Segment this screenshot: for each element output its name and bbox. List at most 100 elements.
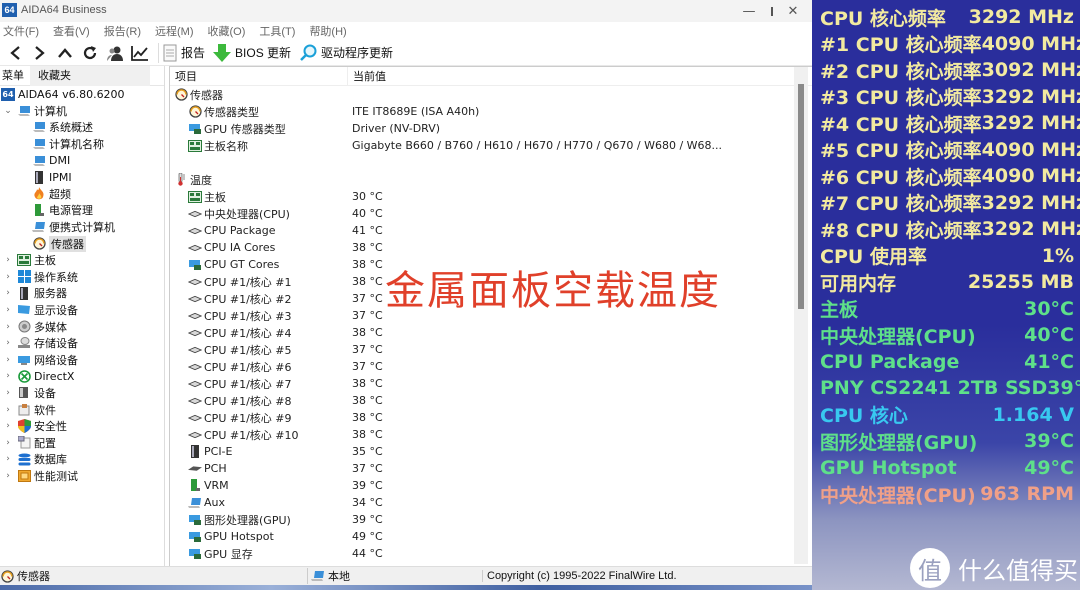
tree-item[interactable]: 系统概述 <box>0 119 164 136</box>
chevron-down-icon[interactable]: ⌄ <box>3 106 13 116</box>
tree-item[interactable]: ⌄ 计算机 <box>0 103 164 120</box>
tree-item[interactable]: › 性能测试 <box>0 468 164 485</box>
tab-favorites[interactable]: 收藏夹 <box>30 65 150 86</box>
title-bar[interactable]: 64 AIDA64 Business — ✕ <box>0 0 812 22</box>
table-row[interactable]: PCI-E 35 °C <box>170 443 812 460</box>
table-row[interactable]: CPU Package 41 °C <box>170 222 812 239</box>
tree-item[interactable]: › 网络设备 <box>0 352 164 369</box>
table-row[interactable]: GPU Hotspot 49 °C <box>170 528 812 545</box>
value-cell: 37 °C <box>352 343 383 356</box>
tree-item[interactable]: › 数据库 <box>0 451 164 468</box>
group-row[interactable]: 传感器 <box>170 86 812 103</box>
battery-icon <box>32 203 46 217</box>
table-row[interactable]: Aux 34 °C <box>170 494 812 511</box>
table-row[interactable]: CPU #1/核心 #10 38 °C <box>170 426 812 443</box>
tree-item[interactable]: 计算机名称 <box>0 136 164 153</box>
report-button[interactable]: 报告 <box>163 44 205 62</box>
window-title: AIDA64 Business <box>21 4 107 16</box>
close-button[interactable]: ✕ <box>770 0 816 22</box>
tree-item[interactable]: › 服务器 <box>0 285 164 302</box>
menu-item[interactable]: 文件(F) <box>3 23 39 39</box>
table-row[interactable]: 传感器类型 ITE IT8689E (ISA A40h) <box>170 103 812 120</box>
chevron-right-icon[interactable]: › <box>3 421 13 431</box>
menu-item[interactable]: 收藏(O) <box>208 23 246 39</box>
chevron-right-icon[interactable]: › <box>3 454 13 464</box>
table-row[interactable]: GPU 显存 44 °C <box>170 545 812 562</box>
tree-item[interactable]: › 软件 <box>0 401 164 418</box>
chevron-right-icon[interactable]: › <box>3 388 13 398</box>
tree-item[interactable]: › 多媒体 <box>0 318 164 335</box>
chevron-right-icon[interactable]: › <box>3 272 13 282</box>
table-row[interactable]: CPU IA Cores 38 °C <box>170 239 812 256</box>
chevron-right-icon[interactable]: › <box>3 288 13 298</box>
menu-item[interactable]: 报告(R) <box>104 23 141 39</box>
table-row[interactable]: CPU #1/核心 #5 37 °C <box>170 341 812 358</box>
maximize-button[interactable] <box>727 0 773 22</box>
chevron-right-icon[interactable]: › <box>3 305 13 315</box>
tree-root[interactable]: 64 AIDA64 v6.80.6200 <box>0 86 164 103</box>
vertical-scrollbar[interactable] <box>794 67 808 564</box>
table-row[interactable]: VRM 39 °C <box>170 477 812 494</box>
tree-item[interactable]: › 配置 <box>0 434 164 451</box>
item-label: PCH <box>204 462 227 475</box>
tree-item[interactable]: › 操作系统 <box>0 269 164 286</box>
tree-item-label: 计算机名称 <box>49 138 104 152</box>
chevron-right-icon[interactable]: › <box>3 355 13 365</box>
table-row[interactable]: CPU #1/核心 #8 38 °C <box>170 392 812 409</box>
chevron-right-icon[interactable]: › <box>3 255 13 265</box>
forward-icon[interactable] <box>29 42 51 64</box>
tree-item[interactable]: 电源管理 <box>0 202 164 219</box>
back-icon[interactable] <box>4 42 26 64</box>
item-label: CPU #1/核心 #6 <box>204 360 292 374</box>
chevron-right-icon[interactable]: › <box>3 338 13 348</box>
table-row[interactable]: CPU #1/核心 #6 37 °C <box>170 358 812 375</box>
table-row[interactable]: 主板名称 Gigabyte B660 / B760 / H610 / H670 /… <box>170 137 812 154</box>
menu-item[interactable]: 远程(M) <box>155 23 194 39</box>
chevron-right-icon[interactable]: › <box>3 405 13 415</box>
column-item[interactable]: 项目 <box>170 68 347 84</box>
osd-label: 中央处理器(CPU) <box>820 484 976 507</box>
tree-item[interactable]: › 显示设备 <box>0 302 164 319</box>
chevron-right-icon[interactable]: › <box>3 471 13 481</box>
menu-item[interactable]: 帮助(H) <box>309 23 346 39</box>
table-row[interactable]: PCH 37 °C <box>170 460 812 477</box>
chart-icon[interactable] <box>129 42 151 64</box>
chevron-right-icon[interactable]: › <box>3 438 13 448</box>
bios-update-button[interactable]: BIOS 更新 <box>213 43 291 63</box>
server-icon <box>17 286 31 300</box>
refresh-icon[interactable] <box>79 42 101 64</box>
tree-item[interactable]: 超频 <box>0 186 164 203</box>
tree-item[interactable]: › DirectX <box>0 368 164 385</box>
tree-item[interactable]: › 安全性 <box>0 418 164 435</box>
tree-item[interactable]: 传感器 <box>0 235 164 252</box>
item-label: VRM <box>204 479 229 492</box>
laptop-icon <box>188 497 202 509</box>
user-icon[interactable] <box>104 42 126 64</box>
tree-item[interactable]: 便携式计算机 <box>0 219 164 236</box>
tree-item[interactable]: IPMI <box>0 169 164 186</box>
tree-item[interactable]: › 存储设备 <box>0 335 164 352</box>
table-row[interactable]: GPU 传感器类型 Driver (NV-DRV) <box>170 120 812 137</box>
tree-item[interactable]: › 设备 <box>0 385 164 402</box>
chip-icon <box>188 463 202 475</box>
group-row[interactable]: 温度 <box>170 171 812 188</box>
osd-value: 3292 MHz <box>981 112 1080 134</box>
scrollbar-thumb[interactable] <box>798 84 804 309</box>
table-row[interactable]: CPU #1/核心 #4 38 °C <box>170 324 812 341</box>
tree-item[interactable]: DMI <box>0 152 164 169</box>
table-row[interactable]: CPU #1/核心 #9 38 °C <box>170 409 812 426</box>
column-current-value[interactable]: 当前值 <box>347 66 787 86</box>
table-row[interactable]: CPU #1/核心 #7 38 °C <box>170 375 812 392</box>
menu-item[interactable]: 查看(V) <box>53 23 90 39</box>
tab-menu[interactable]: 菜单 <box>0 66 30 86</box>
table-row[interactable]: 图形处理器(GPU) 39 °C <box>170 511 812 528</box>
osd-label: #4 CPU 核心频率 <box>820 113 982 136</box>
table-row[interactable]: 中央处理器(CPU) 40 °C <box>170 205 812 222</box>
up-icon[interactable] <box>54 42 76 64</box>
table-row[interactable]: 主板 30 °C <box>170 188 812 205</box>
menu-item[interactable]: 工具(T) <box>259 23 295 39</box>
tree-item[interactable]: › 主板 <box>0 252 164 269</box>
chevron-right-icon[interactable]: › <box>3 322 13 332</box>
chevron-right-icon[interactable]: › <box>3 371 13 381</box>
driver-update-button[interactable]: 驱动程序更新 <box>299 44 393 62</box>
